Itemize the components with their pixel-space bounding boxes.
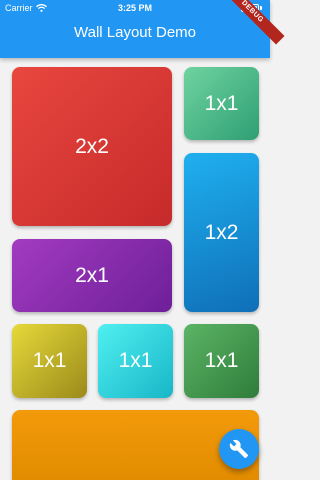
tile-label: 2x1 — [75, 263, 109, 287]
tile-label: 1x1 — [118, 349, 153, 372]
app-bar: Carrier 3:25 PM Wall Layout Demo — [0, 0, 270, 58]
status-bar: Carrier 3:25 PM — [0, 0, 270, 16]
status-time: 3:25 PM — [117, 3, 152, 13]
tile-label: 1x2 — [204, 220, 239, 244]
page-title: Wall Layout Demo — [74, 24, 196, 41]
tile-1x1[interactable]: 1x1 — [98, 324, 173, 398]
tile-label: 2x2 — [75, 134, 109, 158]
wrench-icon — [229, 439, 249, 459]
tile-1x1[interactable]: 1x1 — [12, 324, 87, 398]
tile-1x2[interactable]: 1x2 — [184, 153, 259, 312]
settings-fab-button[interactable] — [219, 429, 259, 469]
tile-1x1[interactable]: 1x1 — [184, 67, 259, 140]
tile-1x1[interactable]: 1x1 — [184, 324, 259, 398]
tile-label: 1x1 — [32, 349, 67, 372]
tile-2x1[interactable]: 2x1 — [12, 239, 172, 312]
tile-2x2[interactable]: 2x2 — [12, 67, 172, 226]
tile-label: 1x1 — [204, 91, 239, 115]
tile-label: 1x1 — [204, 349, 239, 372]
